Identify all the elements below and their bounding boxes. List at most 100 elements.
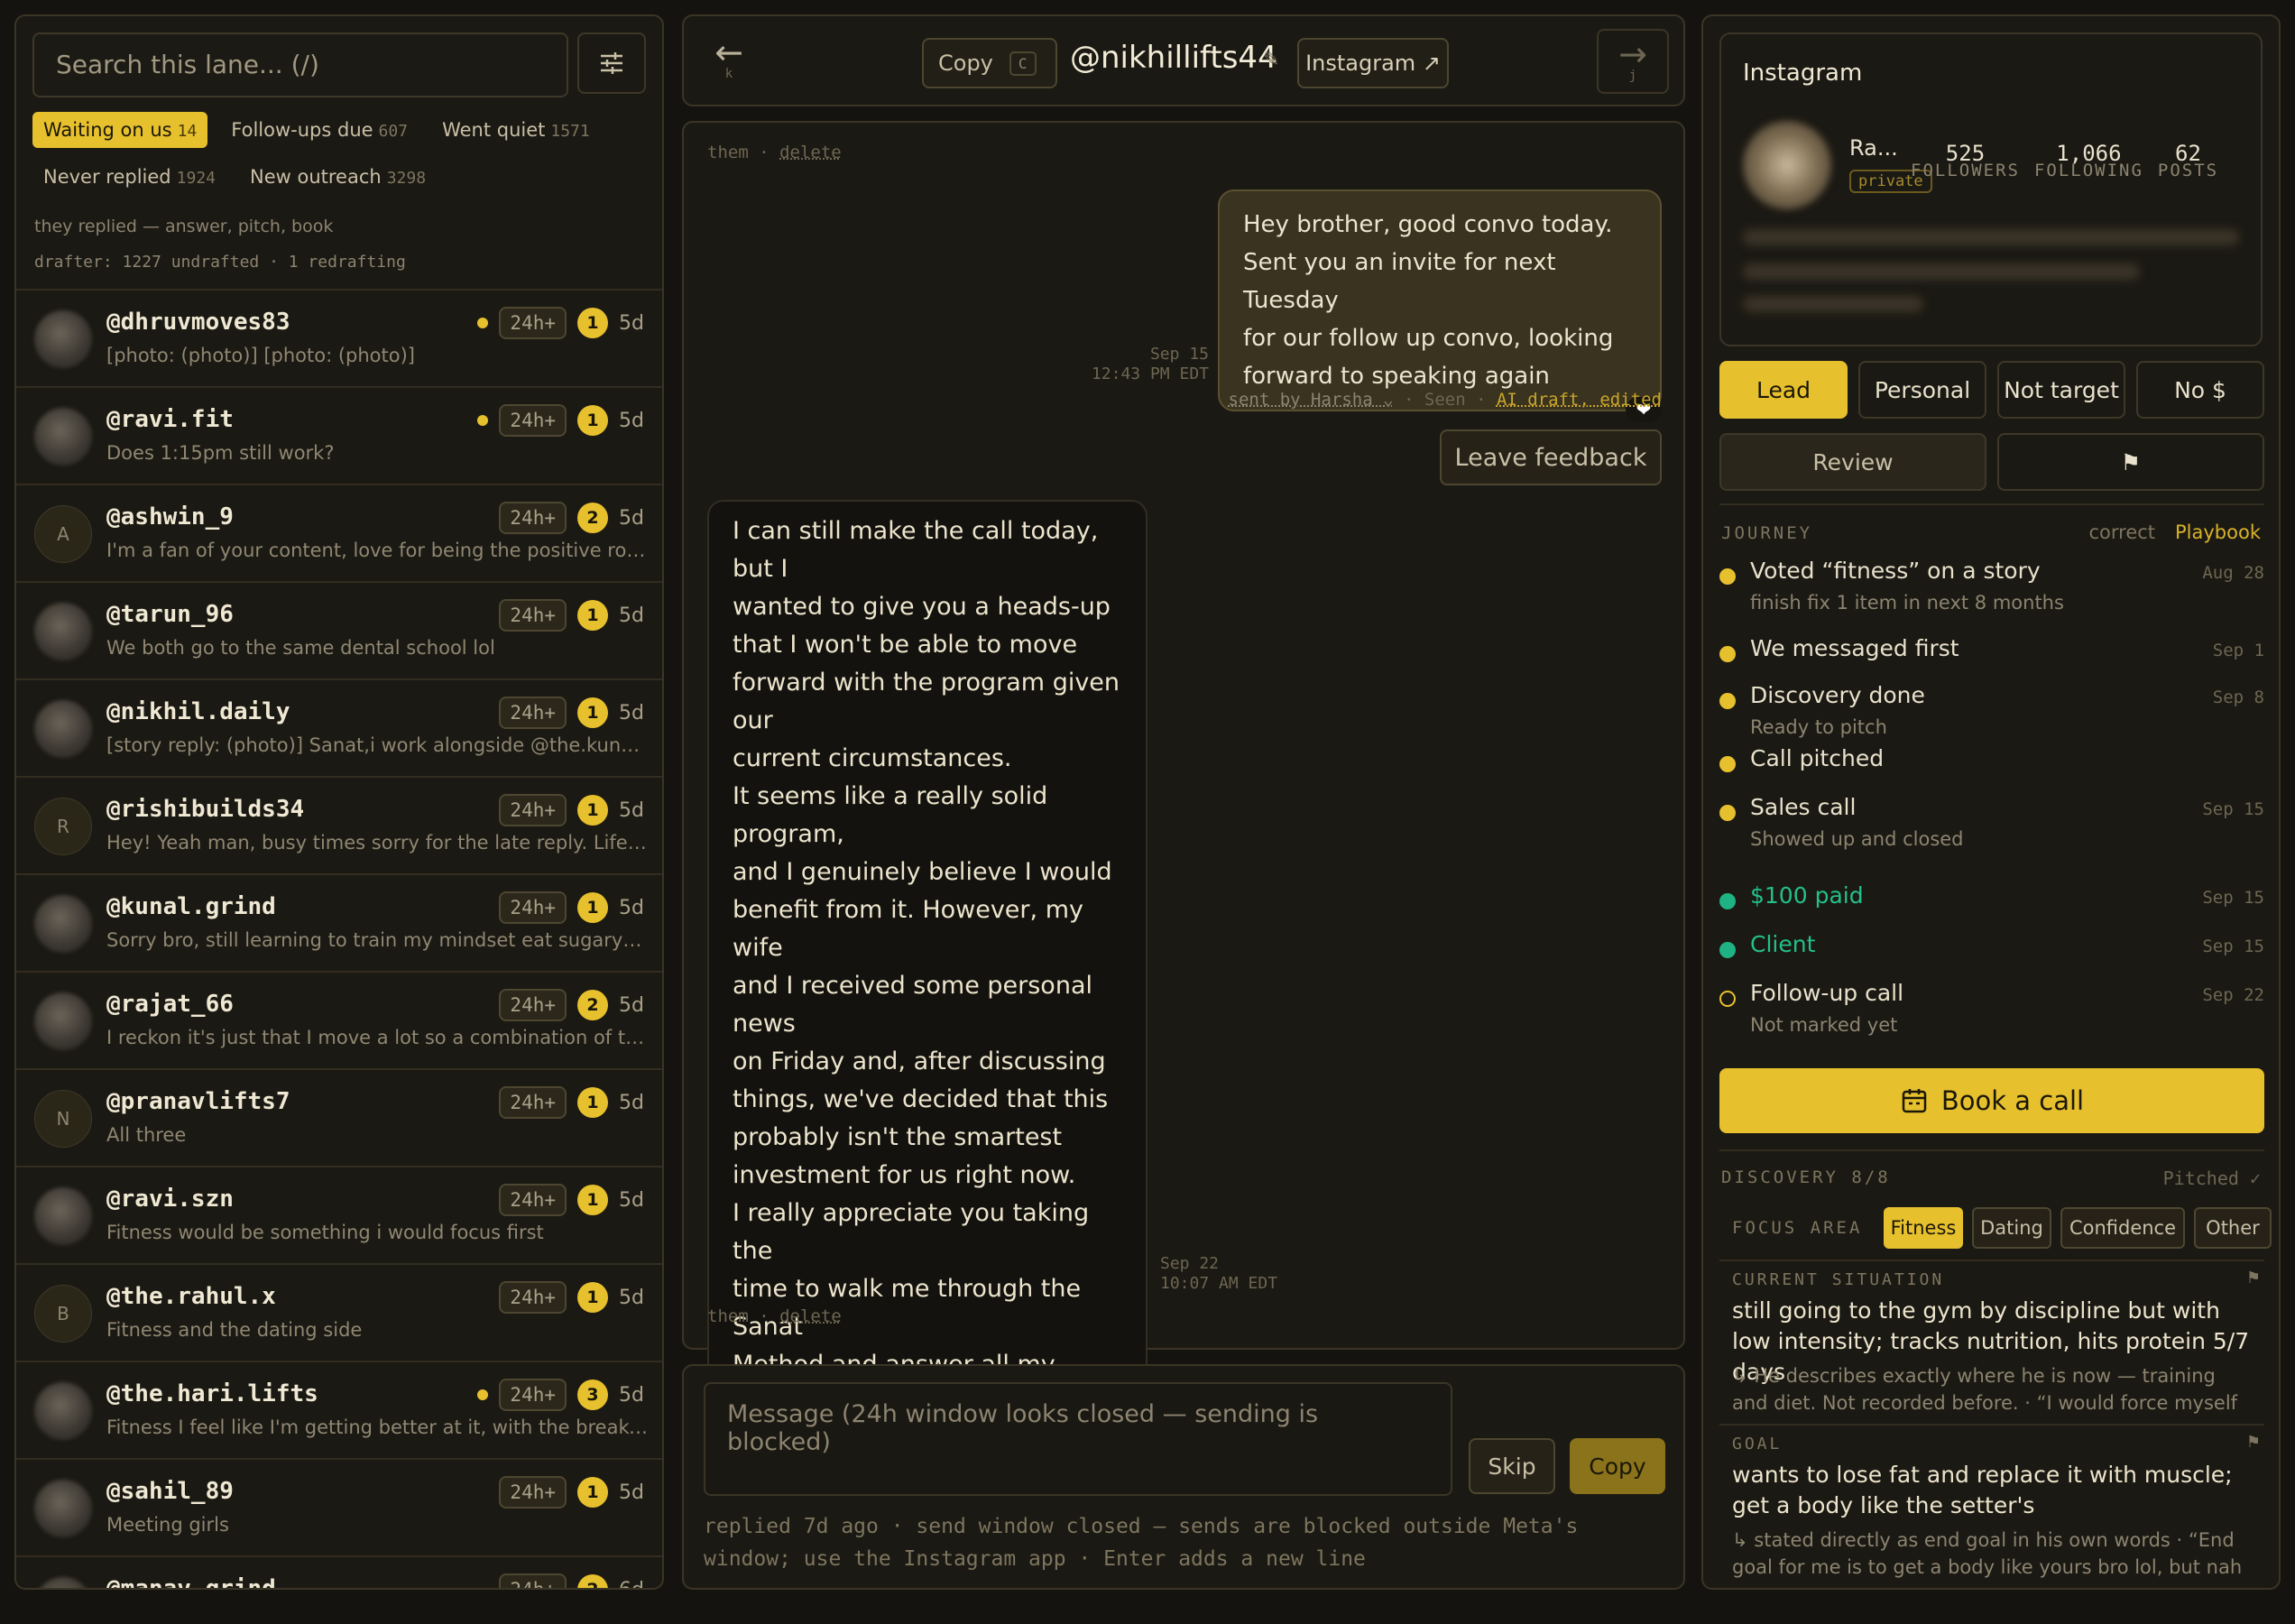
open-instagram-button[interactable]: Instagram ↗ — [1297, 38, 1449, 88]
delete-link[interactable]: delete — [779, 143, 842, 162]
delete-link[interactable]: delete — [779, 1306, 842, 1326]
conversation-meta: 24h+ 1 5d — [499, 1281, 644, 1314]
outgoing-time: 12:43 PM EDT — [1091, 364, 1209, 383]
conversation-row[interactable]: @the.hari.lifts Fitness I feel like I'm g… — [16, 1361, 662, 1458]
lane-tab-label: Follow-ups due — [231, 119, 373, 141]
conversation-meta: 24h+ 1 5d — [477, 404, 644, 437]
conversation-row[interactable]: @ravi.szn Fitness would be something i wo… — [16, 1166, 662, 1263]
conversation-handle: @nikhil.daily — [106, 698, 290, 725]
journey-step-title: Call pitched — [1750, 745, 1885, 771]
goal-label: GOAL — [1732, 1435, 1783, 1453]
book-call-button[interactable]: Book a call — [1719, 1068, 2264, 1133]
copy-message-button[interactable]: Copy — [1570, 1438, 1665, 1494]
avatar — [34, 1577, 92, 1588]
conversation-row[interactable]: B @the.rahul.x Fitness and the dating side… — [16, 1263, 662, 1361]
lane-tab[interactable]: Never replied 1924 — [32, 159, 226, 195]
lane-tab[interactable]: New outreach 3298 — [239, 159, 437, 195]
message-input[interactable]: Message (24h window looks closed — sendi… — [704, 1382, 1452, 1496]
conversation-row[interactable]: @dhruvmoves83 [photo: (photo)] [photo: (p… — [16, 289, 662, 386]
focus-chip[interactable]: Fitness — [1884, 1207, 1963, 1249]
count-badge: 2 — [577, 1574, 608, 1588]
conversation-preview: Sorry bro, still learning to train my mi… — [106, 929, 648, 951]
conversation-row[interactable]: @sahil_89 Meeting girls 24h+ 1 5d — [16, 1458, 662, 1555]
age-label: 5d — [619, 896, 644, 919]
journey-step-subtitle: finish fix 1 item in next 8 months — [1750, 592, 2064, 614]
journey-step[interactable]: Voted “fitness” on a story finish fix 1 i… — [1719, 558, 2264, 614]
focus-chip[interactable]: Confidence — [2060, 1207, 2185, 1249]
conversation-row[interactable]: @ravi.fit Does 1:15pm still work? 24h+ 1 5d — [16, 386, 662, 484]
journey-step[interactable]: We messaged first Sep 1 — [1719, 635, 2264, 689]
conversation-row[interactable]: N @pranavlifts7 All three 24h+ 1 5d — [16, 1068, 662, 1166]
lane-tab-count: 3298 — [386, 169, 427, 188]
conversation-meta: 24h+ 1 5d — [499, 891, 644, 924]
journey-step-title: Discovery done — [1750, 682, 1925, 708]
conversation-row[interactable]: @nikhil.daily [story reply: (photo)] Sana… — [16, 678, 662, 776]
divider — [1719, 1424, 2264, 1426]
situation-note: ↳ He describes exactly where he is now —… — [1732, 1365, 2238, 1414]
message-line: that I won't be able to move — [733, 631, 1078, 659]
conversation-meta: 24h+ 2 5d — [499, 502, 644, 534]
window-tag: 24h+ — [499, 1086, 567, 1119]
next-conversation-button[interactable]: → j — [1597, 29, 1669, 94]
focus-chip[interactable]: Other — [2194, 1207, 2272, 1249]
conversation-row[interactable]: @rajat_66 I reckon it's just that I move … — [16, 971, 662, 1068]
bio-redacted — [1743, 263, 2140, 280]
ai-draft-link[interactable]: AI draft, edited — [1497, 390, 1662, 410]
journey-step[interactable]: Follow-up call Not marked yet Sep 22 — [1719, 980, 2264, 1036]
age-label: 5d — [619, 409, 644, 432]
window-tag: 24h+ — [499, 404, 567, 437]
window-tag: 24h+ — [499, 1379, 567, 1411]
status-dot-icon — [1719, 805, 1736, 821]
conversation-row[interactable]: @tarun_96 We both go to the same dental s… — [16, 581, 662, 678]
sent-by-dropdown[interactable]: sent by Harsha — [1229, 390, 1373, 410]
filter-button[interactable] — [577, 32, 646, 94]
personal-button[interactable]: Personal — [1858, 361, 1986, 419]
conversation-meta: 24h+ 1 5d — [499, 794, 644, 826]
count-badge: 1 — [577, 1282, 608, 1313]
outgoing-status: sent by Harsha ⌄ · Seen · AI draft, edit… — [1228, 390, 1663, 410]
focus-chip[interactable]: Dating — [1972, 1207, 2051, 1249]
correct-link[interactable]: correct — [2088, 521, 2155, 543]
conversation-row[interactable]: @manav.grind 24h+ 2 6d — [16, 1555, 662, 1588]
journey-step[interactable]: Discovery done Ready to pitch Sep 8 — [1719, 682, 2264, 738]
conversation-handle: @ravi.szn — [106, 1186, 234, 1213]
count-badge: 1 — [577, 405, 608, 436]
avatar — [34, 408, 92, 466]
message-line: I really appreciate you taking the — [733, 1199, 1090, 1265]
outgoing-timestamp: Sep 15 12:43 PM EDT — [1092, 345, 1209, 384]
no-money-button[interactable]: No $ — [2136, 361, 2264, 419]
platform-title: Instagram — [1743, 60, 1863, 87]
pencil-icon[interactable]: ✎ — [1263, 49, 1279, 71]
lead-button[interactable]: Lead — [1719, 361, 1848, 419]
window-tag: 24h+ — [499, 307, 567, 339]
lead-details-panel: Instagram Ra... private 525 FOLLOWERS 1,0… — [1701, 14, 2281, 1590]
flag-icon[interactable]: ⚑ — [2246, 1269, 2261, 1287]
flag-button[interactable]: ⚑ — [1997, 433, 2264, 491]
flag-icon[interactable]: ⚑ — [2246, 1433, 2261, 1452]
journey-step-subtitle: Showed up and closed — [1750, 828, 1964, 850]
skip-button[interactable]: Skip — [1469, 1438, 1555, 1494]
conversation-row[interactable]: A @ashwin_9 I'm a fan of your content, lov… — [16, 484, 662, 581]
leave-feedback-button[interactable]: Leave feedback — [1440, 429, 1662, 485]
conversation-row[interactable]: R @rishibuilds34 Hey! Yeah man, busy times… — [16, 776, 662, 873]
journey-step[interactable]: Client Sep 15 — [1719, 931, 2264, 985]
lane-tab[interactable]: Went quiet 1571 — [431, 112, 601, 148]
playbook-link[interactable]: Playbook — [2175, 521, 2261, 543]
bio-redacted — [1743, 229, 2239, 245]
conversation-row[interactable]: @kunal.grind Sorry bro, still learning to… — [16, 873, 662, 971]
review-button[interactable]: Review — [1719, 433, 1986, 491]
lane-tab[interactable]: Follow-ups due 607 — [220, 112, 419, 148]
prev-conversation-button[interactable]: ← k — [711, 32, 747, 81]
divider — [1719, 503, 2264, 505]
journey-step[interactable]: Sales call Showed up and closed Sep 15 — [1719, 794, 2264, 850]
unread-dot-icon — [477, 415, 489, 426]
drafter-status: drafter: 1227 undrafted · 1 redrafting — [34, 253, 406, 272]
journey-step[interactable]: $100 paid Sep 15 — [1719, 882, 2264, 937]
lane-search-input[interactable]: Search this lane... (/) — [32, 32, 568, 97]
discovery-status: Pitched ✓ — [2162, 1167, 2261, 1189]
lane-tab[interactable]: Waiting on us 14 — [32, 112, 208, 148]
count-badge: 2 — [577, 503, 608, 533]
journey-step[interactable]: Call pitched — [1719, 745, 2264, 799]
copy-handle-button[interactable]: Copy C — [922, 38, 1057, 88]
not-target-button[interactable]: Not target — [1997, 361, 2125, 419]
